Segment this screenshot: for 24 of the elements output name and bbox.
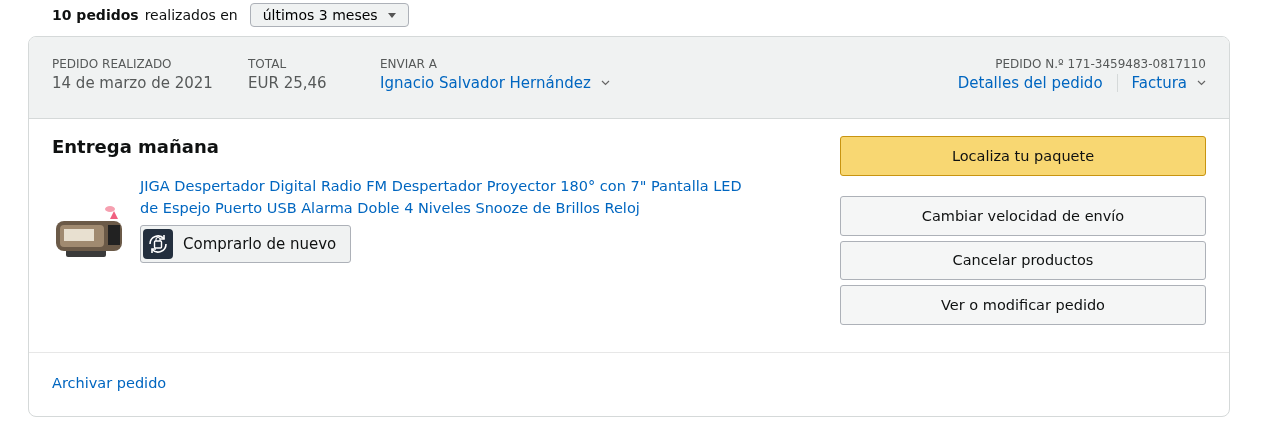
order-number: PEDIDO N.º 171-3459483-0817110 [995, 57, 1206, 71]
order-count: 10 pedidos [52, 7, 139, 23]
action-button[interactable]: Localiza tu paquete [840, 136, 1206, 176]
recipient-link[interactable]: Ignacio Salvador Hernández [380, 74, 591, 92]
total-label: TOTAL [248, 57, 288, 71]
summary-text: realizados en [144, 7, 238, 23]
action-button[interactable]: Cancelar productos [840, 240, 1206, 281]
chevron-icon [600, 80, 610, 86]
action-button[interactable]: Cambiar velocidad de envío [840, 195, 1206, 236]
placed-label: PEDIDO REALIZADO [52, 57, 173, 71]
chevron-icon [1197, 80, 1206, 86]
product-title-link[interactable]: JIGA Despertador Digital Radio FM Despertador Proyector 180° con 7" Pantalla LED de Espejo Puerto USB Alarma Doble 4 Niveles Snooze de Brillos Reloj [140, 175, 760, 219]
reorder-bag-icon [143, 229, 173, 259]
action-button[interactable]: Ver o modificar pedido [840, 285, 1206, 325]
ship-to-label: ENVIAR A [380, 57, 438, 71]
caret-icon [387, 12, 396, 18]
period-dropdown[interactable]: últimos 3 meses [249, 3, 409, 27]
total-amount: EUR 25,46 [248, 74, 328, 92]
order-link[interactable]: Factura [1131, 74, 1187, 92]
delivery-status: Entrega mañana [52, 136, 220, 157]
archive-order-link[interactable]: Archivar pedido [52, 375, 167, 391]
buy-again-button[interactable]: Comprarlo de nuevo [140, 225, 352, 263]
placed-date: 14 de marzo de 2021 [52, 74, 214, 92]
order-link[interactable]: Detalles del pedido [957, 74, 1103, 92]
